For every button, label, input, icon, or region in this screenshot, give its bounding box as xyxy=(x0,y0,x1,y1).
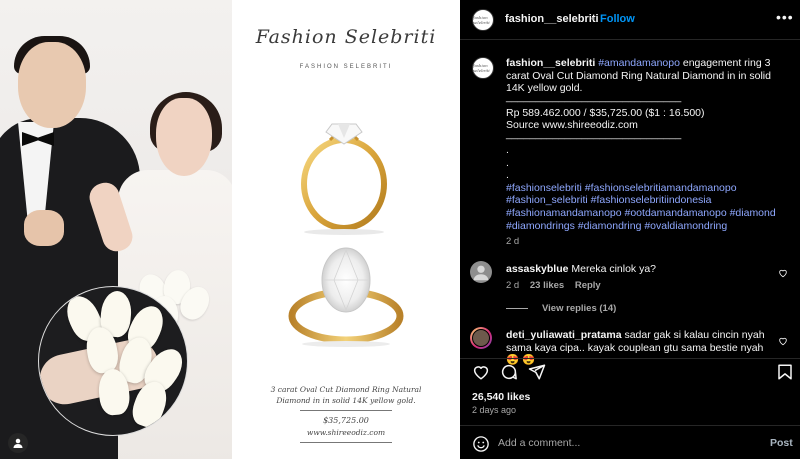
commenter-username[interactable]: assaskyblue xyxy=(506,263,568,275)
post-actions xyxy=(460,358,800,386)
post-date[interactable]: 2 days ago xyxy=(472,405,516,415)
ring-closeup-photo xyxy=(38,286,188,436)
ring-top-view xyxy=(288,247,404,347)
post-caption: fashion__selebriti #amandamanopo engagem… xyxy=(506,57,788,249)
caption-hashtags[interactable]: #fashionamandamanopo #ootdamandamanopo #… xyxy=(506,207,788,220)
couple-photo xyxy=(0,0,232,459)
groom-hand xyxy=(24,210,64,246)
caption-author-avatar[interactable]: fashion selebriti xyxy=(472,57,494,79)
comment-age[interactable]: 2 d xyxy=(506,280,519,291)
ring-description-line2: Diamond in in solid 14K yellow gold. xyxy=(276,396,416,405)
brand-script-title: Fashion Selebriti xyxy=(255,26,437,48)
commenter-avatar[interactable] xyxy=(470,327,492,349)
emoji-icon[interactable] xyxy=(472,435,490,453)
post-sidebar: fashion selebriti fashion__selebriti • F… xyxy=(460,0,800,459)
post-comment-button[interactable]: Post xyxy=(770,437,793,449)
commenter-avatar[interactable] xyxy=(470,261,492,283)
caption-rule: ______________________________ xyxy=(506,90,682,103)
post-media[interactable]: Fashion Selebriti FASHION SELEBRITI 3 ca… xyxy=(0,0,460,459)
caption-dot: . xyxy=(506,156,509,169)
caption-price: Rp 589.462.000 / $35,725.00 ($1 : 16.500… xyxy=(506,106,705,119)
comment-item: deti_yuliawati_pratama sadar gak si kala… xyxy=(470,327,790,366)
comment-item: assaskyblue Mereka cinlok ya? 2 d 23 lik… xyxy=(470,261,790,295)
like-comment-heart-icon[interactable] xyxy=(778,336,788,346)
caption-dot: . xyxy=(506,143,509,156)
caption-hashtags[interactable]: #diamondrings #diamondring #ovaldiamondr… xyxy=(506,220,788,233)
reply-button[interactable]: Reply xyxy=(575,280,601,291)
share-icon[interactable] xyxy=(528,363,546,381)
divider xyxy=(300,410,392,411)
comment-likes[interactable]: 23 likes xyxy=(530,280,564,291)
author-avatar[interactable]: fashion selebriti xyxy=(472,9,494,31)
instagram-post-modal: Fashion Selebriti FASHION SELEBRITI 3 ca… xyxy=(0,0,800,459)
like-comment-heart-icon[interactable] xyxy=(778,268,788,278)
groom-face xyxy=(18,42,86,128)
comment-text: Mereka cinlok ya? xyxy=(571,263,657,275)
separator-dot: • xyxy=(591,13,595,25)
follow-button[interactable]: Follow xyxy=(600,13,635,25)
ring-side-view xyxy=(301,123,387,235)
ring-source-site: www.shireeodiz.com xyxy=(306,428,386,437)
commenter-username[interactable]: deti_yuliawati_pratama xyxy=(506,329,622,341)
ring-price: $35,725.00 xyxy=(323,416,369,425)
comment-meta: 2 d 23 likes Reply xyxy=(506,280,601,291)
comment-icon[interactable] xyxy=(500,363,518,381)
caption-age[interactable]: 2 d xyxy=(506,236,788,249)
add-comment-bar: Post xyxy=(460,425,800,459)
caption-mention[interactable]: #amandamanopo xyxy=(598,57,680,69)
ring-description-line1: 3 carat Oval Cut Diamond Ring Natural xyxy=(270,385,422,394)
comment-body: assaskyblue Mereka cinlok ya? xyxy=(506,263,776,276)
bride-face xyxy=(156,98,212,176)
user-icon xyxy=(13,438,23,448)
post-header: fashion selebriti fashion__selebriti • F… xyxy=(460,0,800,40)
like-count[interactable]: 26,540 likes xyxy=(472,391,530,403)
caption-rule: ______________________________ xyxy=(506,127,682,140)
caption-dot: . xyxy=(506,169,509,182)
ring-product-card: Fashion Selebriti FASHION SELEBRITI 3 ca… xyxy=(232,0,460,459)
caption-hashtags[interactable]: #fashion_selebriti #fashionselebritiindo… xyxy=(506,194,788,207)
heart-icon[interactable] xyxy=(472,363,490,381)
bookmark-icon[interactable] xyxy=(776,363,794,381)
caption-username[interactable]: fashion__selebriti xyxy=(506,57,595,69)
tagged-users-button[interactable] xyxy=(8,433,28,453)
comment-input[interactable] xyxy=(498,434,748,452)
caption-hashtags[interactable]: #fashionselebriti #fashionselebritiamand… xyxy=(506,182,788,195)
brand-subtitle: FASHION SELEBRITI xyxy=(299,64,393,70)
replies-line xyxy=(506,307,528,309)
ring-description: 3 carat Oval Cut Diamond Ring Natural Di… xyxy=(262,384,430,406)
view-replies-button[interactable]: View replies (14) xyxy=(506,303,616,314)
divider xyxy=(300,442,392,443)
more-icon[interactable]: ••• xyxy=(776,10,794,24)
author-username[interactable]: fashion__selebriti xyxy=(505,13,599,25)
